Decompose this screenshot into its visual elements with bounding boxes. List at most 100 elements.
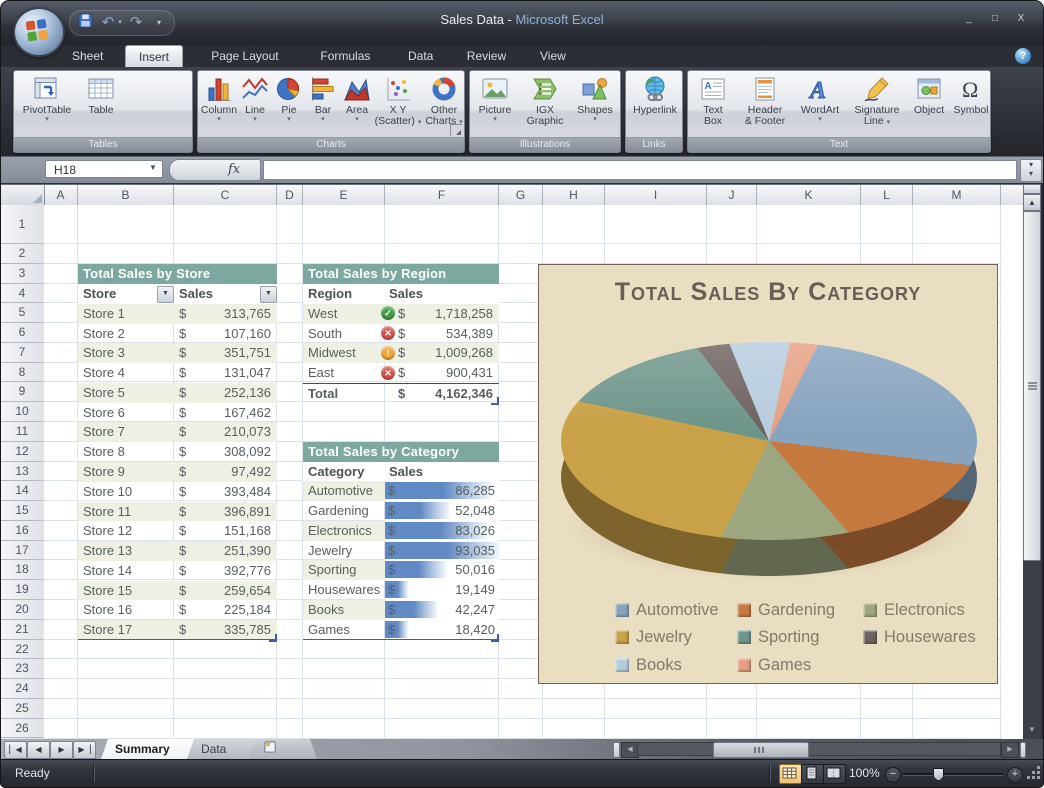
ribbon-button-table[interactable]: Table [78, 73, 124, 137]
row-header-5[interactable]: 5 [1, 303, 43, 323]
view-normal-button[interactable] [779, 764, 802, 784]
column-header-B[interactable]: B [78, 185, 174, 205]
title-bar[interactable]: Sales Data - Microsoft Excel _ □ X ↶▾↷▾ [1, 1, 1043, 45]
undo-icon[interactable]: ↶ [98, 13, 118, 32]
row-header-13[interactable]: 13 [1, 462, 43, 482]
row-header-10[interactable]: 10 [1, 402, 43, 422]
row-header-24[interactable]: 24 [1, 679, 43, 699]
scroll-down-icon[interactable]: ▼ [1023, 721, 1041, 739]
sheet-prev-icon[interactable]: ◀ [27, 741, 50, 759]
row-header-7[interactable]: 7 [1, 343, 43, 363]
formula-input[interactable] [263, 160, 1017, 180]
column-header-K[interactable]: K [757, 185, 861, 205]
zoom-out-icon[interactable]: − [885, 767, 901, 783]
sheet-grid[interactable]: Total Sales by StoreStoreSales▼▼Store 1$… [44, 205, 1023, 739]
row-header-21[interactable]: 21 [1, 620, 43, 640]
close-button[interactable]: X [1009, 11, 1033, 26]
ribbon-button-wordart[interactable]: AWordArt▾ [794, 73, 846, 137]
ribbon-button-column[interactable]: Column▾ [200, 73, 238, 137]
row-header-20[interactable]: 20 [1, 600, 43, 620]
redo-icon[interactable]: ↷ [126, 13, 146, 32]
row-header-8[interactable]: 8 [1, 363, 43, 383]
legend-item[interactable]: Electronics [863, 599, 965, 621]
column-header-M[interactable]: M [913, 185, 1001, 205]
ribbon-button-hyperlink[interactable]: Hyperlink [628, 73, 682, 137]
sheet-first-icon[interactable]: ▏◀ [4, 741, 27, 759]
name-box[interactable]: H18 [45, 160, 163, 178]
legend-item[interactable]: Automotive [615, 599, 719, 621]
tab-data[interactable]: Data [395, 45, 446, 67]
row-header-15[interactable]: 15 [1, 501, 43, 521]
hscroll-right-icon[interactable]: ▶ [1001, 742, 1019, 758]
ribbon-button-symbol[interactable]: ΩSymbol [950, 73, 991, 137]
column-header-L[interactable]: L [861, 185, 913, 205]
help-icon[interactable]: ? [1015, 48, 1031, 64]
tab-formulas[interactable]: Formulas [307, 45, 383, 67]
customize-icon[interactable]: ▾ [152, 13, 166, 32]
expand-formula-bar-icon[interactable]: ▾▾ [1020, 159, 1042, 182]
row-header-17[interactable]: 17 [1, 541, 43, 561]
ribbon-button-text-box[interactable]: ATextBox [690, 73, 736, 137]
minimize-button[interactable]: _ [957, 11, 981, 26]
sheet-next-icon[interactable]: ▶ [50, 741, 73, 759]
column-header-F[interactable]: F [385, 185, 499, 205]
insert-worksheet-tab[interactable] [249, 739, 317, 759]
column-header-G[interactable]: G [499, 185, 543, 205]
insert-function-button[interactable]: fx [169, 159, 261, 181]
row-header-4[interactable]: 4 [1, 284, 43, 304]
tab-review[interactable]: Review [454, 45, 519, 67]
row-header-12[interactable]: 12 [1, 442, 43, 462]
table-resize-handle[interactable] [491, 397, 499, 405]
legend-item[interactable]: Gardening [737, 599, 835, 621]
save-icon[interactable] [76, 13, 94, 32]
row-header-23[interactable]: 23 [1, 659, 43, 679]
legend-item[interactable]: Books [615, 654, 682, 676]
row-header-3[interactable]: 3 [1, 264, 43, 284]
column-header-H[interactable]: H [543, 185, 605, 205]
filter-dropdown-icon[interactable]: ▼ [157, 286, 174, 303]
column-header-C[interactable]: C [174, 185, 277, 205]
hscroll-resize-handle[interactable] [1020, 742, 1026, 758]
tab-page-layout[interactable]: Page Layout [198, 45, 291, 67]
vertical-scroll-thumb[interactable] [1023, 211, 1041, 561]
column-header-I[interactable]: I [605, 185, 707, 205]
ribbon-button-signature-line[interactable]: SignatureLine ▾ [846, 73, 908, 137]
sheet-last-icon[interactable]: ▶▕ [73, 741, 96, 759]
ribbon-button-x-y-scatter-[interactable]: X Y(Scatter) ▾ [374, 73, 422, 137]
row-header-2[interactable]: 2 [1, 244, 43, 264]
row-header-11[interactable]: 11 [1, 422, 43, 442]
legend-item[interactable]: Games [737, 654, 811, 676]
maximize-button[interactable]: □ [983, 11, 1007, 26]
vertical-scrollbar[interactable]: ▲▼ [1023, 184, 1041, 739]
row-header-9[interactable]: 9 [1, 382, 43, 402]
table-resize-handle[interactable] [269, 634, 277, 642]
tab-sheet[interactable]: Sheet [59, 45, 116, 67]
column-header-A[interactable]: A [44, 185, 78, 205]
pie-plot[interactable] [561, 342, 977, 540]
ribbon-button-header-footer[interactable]: Header& Footer [736, 73, 794, 137]
zoom-slider-track[interactable] [903, 773, 1003, 775]
row-header-25[interactable]: 25 [1, 699, 43, 719]
row-headers[interactable]: 1234567891011121314151617181920212223242… [1, 205, 45, 739]
row-header-18[interactable]: 18 [1, 560, 43, 580]
row-header-16[interactable]: 16 [1, 521, 43, 541]
row-header-19[interactable]: 19 [1, 580, 43, 600]
select-all-corner[interactable] [1, 185, 45, 205]
legend-item[interactable]: Sporting [737, 626, 819, 648]
horizontal-scroll-thumb[interactable] [713, 742, 809, 758]
zoom-slider-thumb[interactable] [933, 768, 944, 781]
legend-item[interactable]: Jewelry [615, 626, 692, 648]
ribbon-button-object[interactable]: Object [908, 73, 950, 137]
undo-dropdown-icon[interactable]: ▾ [116, 13, 124, 32]
column-headers[interactable]: ABCDEFGHIJKLM [1, 184, 1023, 207]
ribbon-button-pie[interactable]: Pie▾ [272, 73, 306, 137]
ribbon-button-line[interactable]: Line▾ [238, 73, 272, 137]
legend-item[interactable]: Housewares [863, 626, 976, 648]
hscroll-track[interactable] [637, 742, 1001, 756]
ribbon-button-bar[interactable]: Bar▾ [306, 73, 340, 137]
name-box-dropdown-icon[interactable]: ▼ [149, 163, 157, 172]
view-page-layout-button[interactable] [801, 764, 824, 784]
zoom-in-icon[interactable]: + [1007, 767, 1023, 783]
filter-dropdown-icon[interactable]: ▼ [260, 286, 277, 303]
ribbon-button-picture[interactable]: Picture▾ [472, 73, 518, 137]
